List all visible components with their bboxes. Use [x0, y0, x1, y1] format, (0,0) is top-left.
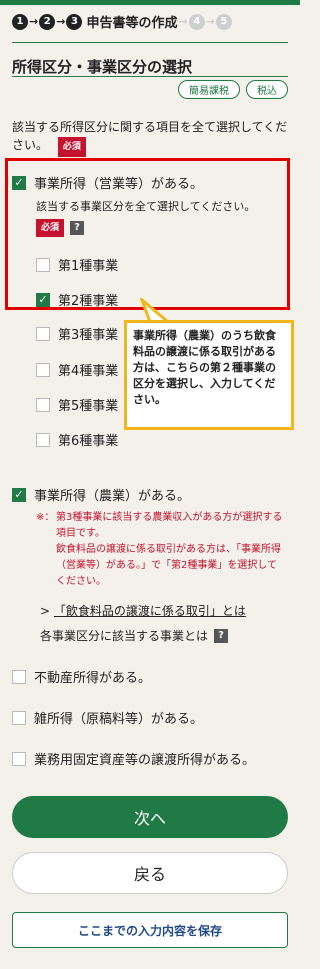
checkbox-box [36, 257, 50, 272]
step-indicator: 1 → 2 → 3 申告書等の作成 → 4 → 5 [12, 12, 232, 31]
step-3: 3 [66, 13, 83, 30]
sub-instruction-text: 該当する事業区分を全て選択してください。 [36, 200, 256, 213]
step-1: 1 [12, 13, 28, 30]
checkbox-category-5[interactable]: 第5種事業 [36, 395, 118, 414]
checkbox-box [36, 432, 50, 447]
simplified-tax-badge: 簡易課税 [178, 80, 240, 99]
save-progress-button[interactable]: ここまでの入力内容を保存 [12, 912, 288, 948]
checkbox-box [12, 710, 26, 725]
tax-type-badges: 簡易課税 税込 [178, 80, 288, 99]
checkbox-box [36, 362, 50, 377]
checkbox-label: 業務用固定資産等の譲渡所得がある。 [34, 753, 256, 768]
checkbox-category-3[interactable]: 第3種事業 [36, 324, 118, 343]
link-text: 「飲食料品の譲渡に係る取引」とは [53, 604, 246, 618]
checkbox-label: 第1種事業 [58, 259, 119, 274]
arrow-icon: → [205, 15, 215, 28]
category-help-row: 各事業区分に該当する事業とは ? [40, 627, 229, 644]
page-title: 所得区分・事業区分の選択 [12, 58, 193, 76]
checkbox-asset-transfer-income[interactable]: 業務用固定資産等の譲渡所得がある。 [12, 749, 255, 768]
food-transfer-link[interactable]: > 「飲食料品の譲渡に係る取引」とは [40, 602, 246, 619]
step-2: 2 [39, 13, 56, 30]
checkbox-box [36, 326, 50, 341]
callout-text: 事業所得（農業）のうち飲食料品の譲渡に係る取引がある方は、こちらの第２種事業の区… [133, 329, 276, 406]
back-button[interactable]: 戻る [12, 852, 288, 894]
checkbox-misc-income[interactable]: 雑所得（原稿料等）がある。 [12, 708, 203, 727]
divider [12, 42, 288, 43]
checkbox-label: 第6種事業 [58, 434, 119, 449]
callout-tooltip: 事業所得（農業）のうち飲食料品の譲渡に係る取引がある方は、こちらの第２種事業の区… [124, 320, 294, 430]
check-icon: ✓ [36, 292, 50, 307]
checkbox-label: 第2種事業 [58, 294, 119, 309]
step-title: 申告書等の作成 [86, 16, 178, 31]
tax-included-badge: 税込 [246, 80, 288, 99]
step-5: 5 [215, 13, 232, 30]
next-button[interactable]: 次へ [12, 796, 288, 838]
help-icon[interactable]: ? [214, 628, 229, 643]
arrow-icon: → [56, 15, 66, 28]
note-line: 第3種事業に該当する農業収入がある方が選択する項目です。 [56, 512, 283, 539]
checkbox-label: 第4種事業 [58, 364, 119, 379]
arrow-icon: → [29, 15, 39, 28]
checkbox-category-6[interactable]: 第6種事業 [36, 430, 118, 449]
checkbox-category-4[interactable]: 第4種事業 [36, 360, 118, 379]
checkbox-box [36, 397, 50, 412]
instruction: 該当する所得区分に関する項目を全て選択してください。 必須 [12, 118, 288, 157]
checkbox-label: 事業所得（農業）がある。 [34, 489, 191, 504]
required-badge: 必須 [57, 137, 86, 157]
note-line: 飲食料品の譲渡に係る取引がある方は、「事業所得（営業等）がある。」で「第2種事業… [56, 544, 281, 587]
check-icon: ✓ [12, 175, 26, 190]
checkbox-box [12, 669, 26, 684]
arrow-icon: → [178, 15, 188, 28]
required-badge: 必須 [36, 219, 65, 237]
checkbox-label: 雑所得（原稿料等）がある。 [34, 712, 204, 727]
note-mark: ※： [36, 512, 55, 523]
category-help-text: 各事業区分に該当する事業とは [40, 629, 209, 643]
divider [12, 76, 288, 77]
top-accent-bar [0, 0, 300, 5]
sub-instruction: 該当する事業区分を全て選択してください。 必須 ? [36, 199, 286, 237]
help-icon[interactable]: ? [70, 221, 85, 235]
checkbox-real-estate-income[interactable]: 不動産所得がある。 [12, 667, 151, 686]
checkbox-business-income[interactable]: ✓ 事業所得（営業等）がある。 [12, 173, 203, 192]
check-icon: ✓ [12, 487, 26, 502]
checkbox-category-2[interactable]: ✓ 第2種事業 [36, 290, 118, 309]
step-4: 4 [188, 13, 205, 30]
chevron-right-icon: > [40, 604, 51, 618]
checkbox-label: 事業所得（営業等）がある。 [34, 177, 204, 192]
checkbox-label: 第3種事業 [58, 328, 119, 343]
checkbox-category-1[interactable]: 第1種事業 [36, 255, 118, 274]
agri-note: ※： 第3種事業に該当する農業収入がある方が選択する項目です。 飲食料品の譲渡に… [36, 510, 286, 590]
checkbox-label: 第5種事業 [58, 399, 119, 414]
checkbox-label: 不動産所得がある。 [34, 671, 152, 686]
checkbox-agri-income[interactable]: ✓ 事業所得（農業）がある。 [12, 485, 190, 504]
instruction-text: 該当する所得区分に関する項目を全て選択してください。 [12, 120, 288, 152]
checkbox-box [12, 751, 26, 766]
